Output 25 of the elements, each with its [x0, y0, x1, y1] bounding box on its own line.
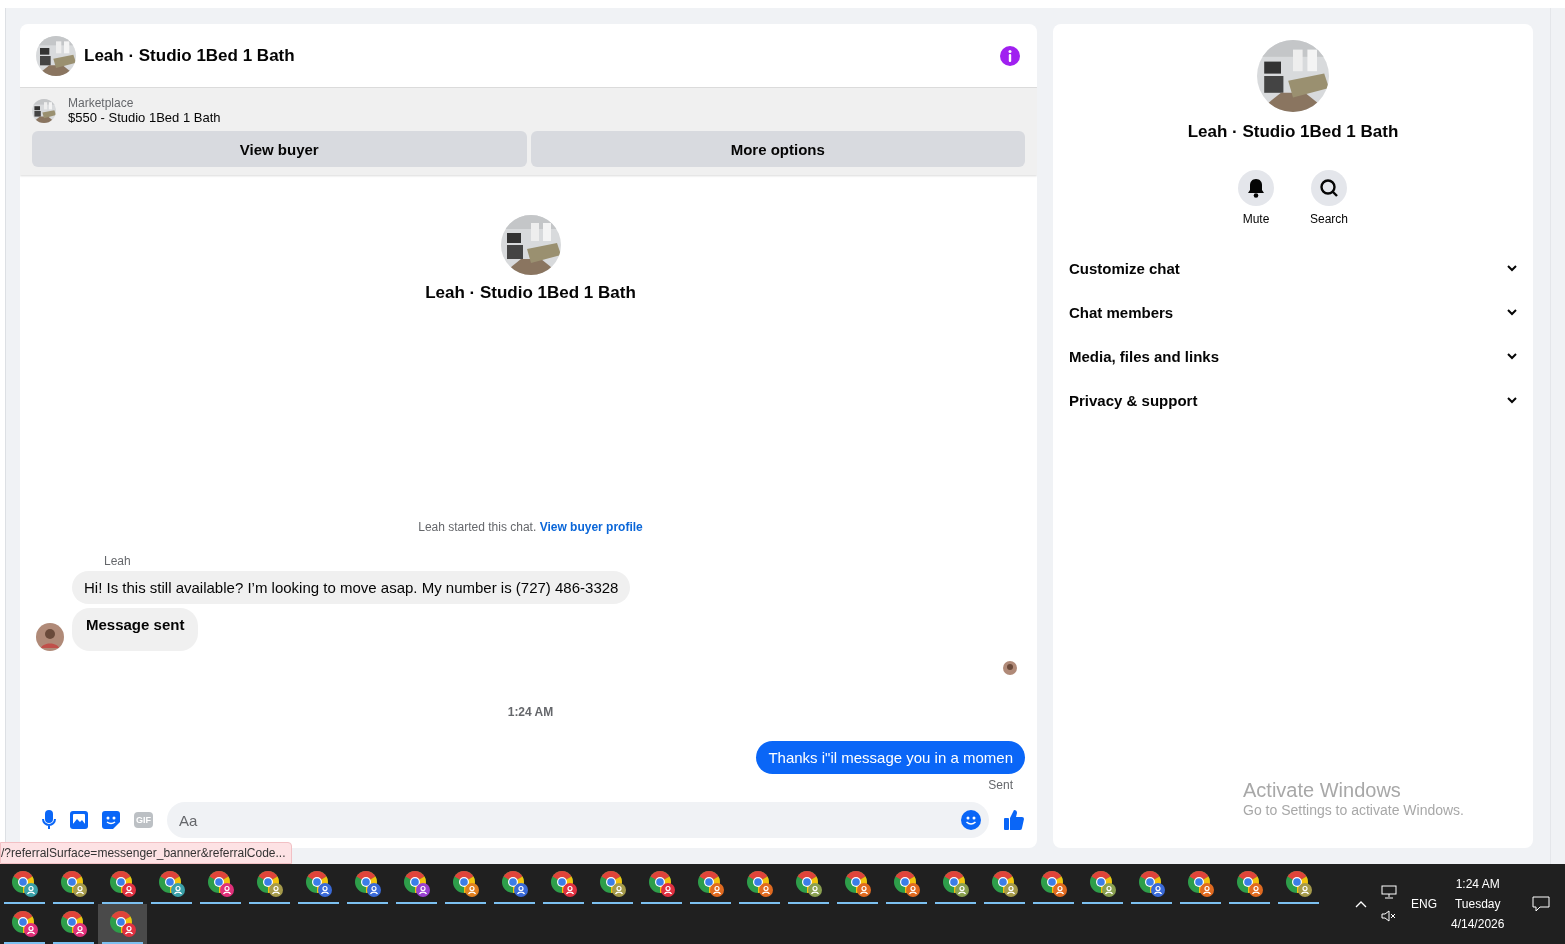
contact-name: Leah · Studio 1Bed 1 Bath [425, 283, 636, 303]
message-bubble: Hi! Is this still available? I’m looking to move asap. My number is (727) 486-3328 [72, 571, 631, 604]
listing-source: Marketplace [68, 96, 135, 110]
profile-link[interactable]: View buyer profile [539, 520, 643, 534]
section-header[interactable]: Chat members [1061, 290, 1525, 334]
status-url: /?referralSurface=messenger_banner&referralCode... [0, 842, 293, 864]
action-button[interactable]: View buyer [32, 131, 527, 167]
language-indicator[interactable]: ENG [1411, 897, 1437, 911]
system-note: Leah started this chat. View buyer profile [417, 520, 644, 534]
message-bubble: Message sent [72, 608, 199, 651]
message-status: Sent [988, 778, 1013, 792]
message-bubble: Thanks i"il message you in a momen [756, 741, 1025, 774]
activation-title: Activate Windows [1243, 779, 1402, 802]
message-field[interactable]: Aa [167, 802, 989, 838]
chat-title: Leah · Studio 1Bed 1 Bath [84, 45, 296, 66]
activation-text: Go to Settings to activate Windows. [1243, 802, 1464, 818]
contact-name: Leah · Studio 1Bed 1 Bath [1187, 122, 1399, 142]
section-header[interactable]: Privacy & support [1061, 378, 1525, 422]
section-header[interactable]: Media, files and links [1061, 334, 1525, 378]
section-header[interactable]: Customize chat [1061, 246, 1525, 290]
action-button[interactable]: More options [530, 131, 1025, 167]
timestamp: 1:24 AM [506, 705, 555, 719]
clock[interactable]: 1:24 AM Tuesday 4/14/2026 [1451, 877, 1505, 931]
listing-title: $550 - Studio 1Bed 1 Bath [68, 110, 221, 125]
sender-name: Leah [104, 554, 132, 568]
